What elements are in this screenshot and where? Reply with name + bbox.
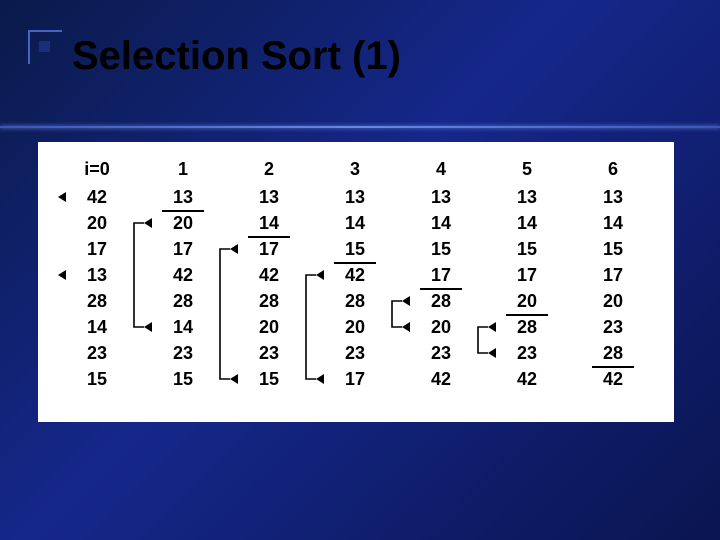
- column-header: 5: [498, 158, 556, 186]
- column-header: i=0: [68, 158, 126, 186]
- array-cell: 14: [240, 212, 298, 238]
- array-cell: 28: [498, 316, 556, 342]
- array-cell: 14: [498, 212, 556, 238]
- array-cell: 14: [68, 316, 126, 342]
- array-cell: 13: [584, 186, 642, 212]
- array-cell: 23: [240, 342, 298, 368]
- array-cell: 42: [412, 368, 470, 394]
- array-cell: 13: [154, 186, 212, 212]
- swap-arrow-icon: [402, 322, 410, 332]
- column-2: 21314174228202315: [240, 158, 298, 394]
- column-0: i=04220171328142315: [68, 158, 126, 394]
- array-cell: 28: [240, 290, 298, 316]
- column-3: 31314154228202317: [326, 158, 384, 394]
- array-cell: 28: [68, 290, 126, 316]
- array-cell: 17: [326, 368, 384, 394]
- array-cell: 20: [412, 316, 470, 342]
- swap-arrow-icon: [144, 218, 152, 228]
- array-cell: 23: [68, 342, 126, 368]
- swap-arrow-icon: [488, 322, 496, 332]
- column-header: 3: [326, 158, 384, 186]
- array-cell: 15: [412, 238, 470, 264]
- array-cell: 28: [326, 290, 384, 316]
- array-cell: 17: [584, 264, 642, 290]
- column-header: 4: [412, 158, 470, 186]
- swap-arrow-icon: [58, 270, 66, 280]
- column-header: 1: [154, 158, 212, 186]
- array-cell: 15: [68, 368, 126, 394]
- array-cell: 15: [154, 368, 212, 394]
- array-cell: 13: [240, 186, 298, 212]
- array-cell: 42: [68, 186, 126, 212]
- array-cell: 13: [326, 186, 384, 212]
- array-cell: 14: [154, 316, 212, 342]
- column-header: 6: [584, 158, 642, 186]
- array-cell: 13: [412, 186, 470, 212]
- slide-title: Selection Sort (1): [72, 34, 401, 79]
- array-cell: 23: [412, 342, 470, 368]
- array-cell: 20: [68, 212, 126, 238]
- array-cell: 17: [68, 238, 126, 264]
- array-cell: 14: [584, 212, 642, 238]
- array-cell: 17: [154, 238, 212, 264]
- column-5: 51314151720282342: [498, 158, 556, 394]
- slide: Selection Sort (1) i=0422017132814231511…: [0, 0, 720, 540]
- array-cell: 13: [498, 186, 556, 212]
- array-cell: 20: [584, 290, 642, 316]
- array-cell: 42: [154, 264, 212, 290]
- array-cell: 42: [326, 264, 384, 290]
- array-cell: 14: [326, 212, 384, 238]
- swap-arrow-icon: [144, 322, 152, 332]
- swap-arrow-icon: [316, 270, 324, 280]
- array-cell: 28: [584, 342, 642, 368]
- column-4: 41314151728202342: [412, 158, 470, 394]
- array-cell: 23: [154, 342, 212, 368]
- swap-arrow-icon: [58, 192, 66, 202]
- array-cell: 13: [68, 264, 126, 290]
- column-6: 61314151720232842: [584, 158, 642, 394]
- array-cell: 23: [326, 342, 384, 368]
- column-1: 11320174228142315: [154, 158, 212, 394]
- array-cell: 17: [412, 264, 470, 290]
- swap-arrow-icon: [230, 374, 238, 384]
- swap-arrow-icon: [230, 244, 238, 254]
- array-cell: 28: [412, 290, 470, 316]
- array-cell: 23: [584, 316, 642, 342]
- array-cell: 14: [412, 212, 470, 238]
- array-cell: 23: [498, 342, 556, 368]
- array-cell: 17: [498, 264, 556, 290]
- column-header: 2: [240, 158, 298, 186]
- array-cell: 20: [240, 316, 298, 342]
- array-cell: 42: [498, 368, 556, 394]
- corner-decoration: [28, 30, 62, 64]
- title-underline: [0, 126, 720, 128]
- array-cell: 17: [240, 238, 298, 264]
- array-cell: 42: [240, 264, 298, 290]
- array-cell: 20: [498, 290, 556, 316]
- array-cell: 28: [154, 290, 212, 316]
- swap-arrow-icon: [402, 296, 410, 306]
- swap-arrow-icon: [316, 374, 324, 384]
- array-cell: 42: [584, 368, 642, 394]
- array-cell: 15: [240, 368, 298, 394]
- array-cell: 15: [326, 238, 384, 264]
- diagram-inner: i=04220171328142315113201742281423152131…: [68, 158, 652, 406]
- array-cell: 15: [584, 238, 642, 264]
- array-cell: 20: [326, 316, 384, 342]
- array-cell: 15: [498, 238, 556, 264]
- array-cell: 20: [154, 212, 212, 238]
- diagram-panel: i=04220171328142315113201742281423152131…: [38, 142, 674, 422]
- swap-arrow-icon: [488, 348, 496, 358]
